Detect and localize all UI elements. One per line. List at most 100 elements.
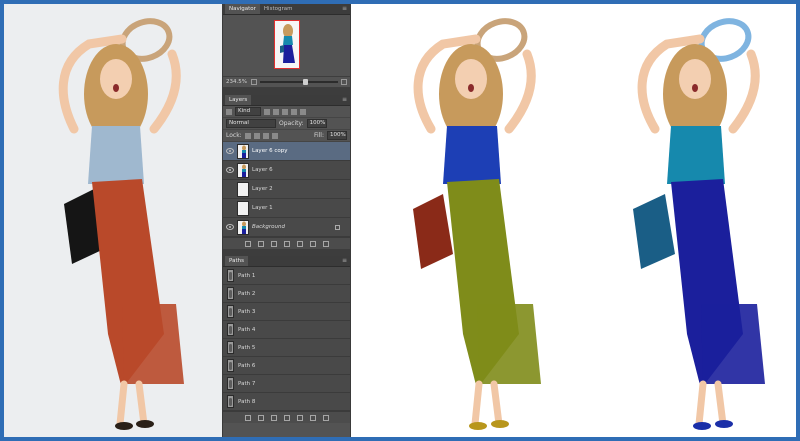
fill-path-icon[interactable] — [244, 414, 251, 421]
lock-image-icon[interactable] — [253, 132, 260, 139]
filter-smart-object-icon[interactable] — [300, 108, 306, 115]
tab-histogram[interactable]: Histogram — [260, 4, 297, 14]
layer-row[interactable]: Layer 6 — [223, 161, 350, 180]
visibility-eye-icon[interactable] — [226, 148, 234, 154]
new-layer-icon[interactable] — [309, 240, 316, 247]
lock-icon — [335, 224, 340, 230]
filter-type-icon[interactable] — [282, 108, 288, 115]
path-row[interactable]: Path 6 — [223, 357, 350, 375]
path-thumbnail — [227, 269, 234, 282]
original-photo — [4, 4, 222, 437]
path-row[interactable]: Path 4 — [223, 321, 350, 339]
panel-divider — [223, 88, 350, 95]
layers-menu-icon[interactable]: ≡ — [339, 95, 350, 105]
tab-layers[interactable]: Layers — [225, 95, 252, 105]
delete-path-icon[interactable] — [322, 414, 329, 421]
filter-adjustment-icon[interactable] — [273, 108, 279, 115]
layers-tabs: Layers ≡ — [223, 95, 350, 106]
zoom-slider[interactable] — [260, 79, 338, 85]
paths-footer — [223, 411, 350, 423]
fill-input[interactable]: 100% — [327, 131, 347, 140]
layer-style-icon[interactable] — [257, 240, 264, 247]
layer-name[interactable]: Layer 6 copy — [252, 148, 287, 154]
path-row[interactable]: Path 8 — [223, 393, 350, 411]
opacity-input[interactable]: 100% — [306, 119, 327, 128]
navigator-preview — [223, 15, 350, 77]
lock-transparent-icon[interactable] — [244, 132, 251, 139]
blue-variant-photo — [575, 4, 796, 437]
path-name[interactable]: Path 6 — [238, 363, 255, 369]
zoom-out-icon[interactable] — [251, 79, 257, 85]
photoshop-panel: Navigator Histogram ≡ 234.5% Layers ≡ Ki… — [222, 4, 351, 437]
layer-row[interactable]: Layer 2 — [223, 180, 350, 199]
layer-name[interactable]: Layer 6 — [252, 167, 273, 173]
path-thumbnail — [227, 377, 234, 390]
model-figure-green — [413, 18, 541, 430]
path-row[interactable]: Path 2 — [223, 285, 350, 303]
filter-kind-select[interactable]: Kind — [235, 107, 261, 116]
path-name[interactable]: Path 5 — [238, 345, 255, 351]
path-name[interactable]: Path 1 — [238, 273, 255, 279]
path-name[interactable]: Path 7 — [238, 381, 255, 387]
path-row[interactable]: Path 1 — [223, 267, 350, 285]
lock-position-icon[interactable] — [262, 132, 269, 139]
paths-tabs: Paths ≡ — [223, 256, 350, 267]
new-group-icon[interactable] — [296, 240, 303, 247]
lock-all-icon[interactable] — [271, 132, 278, 139]
filter-shape-icon[interactable] — [291, 108, 297, 115]
blend-mode-select[interactable]: Normal — [226, 119, 276, 128]
layer-thumbnail — [237, 200, 249, 216]
path-thumbnail — [227, 305, 234, 318]
adjustment-layer-icon[interactable] — [283, 240, 290, 247]
navigator-tabs: Navigator Histogram ≡ — [223, 4, 350, 15]
path-name[interactable]: Path 4 — [238, 327, 255, 333]
add-mask-icon[interactable] — [270, 240, 277, 247]
link-layers-icon[interactable] — [244, 240, 251, 247]
navigator-thumbnail[interactable] — [274, 20, 300, 69]
visibility-eye-icon[interactable] — [226, 167, 234, 173]
layer-name[interactable]: Background — [252, 224, 285, 230]
tab-paths[interactable]: Paths — [225, 256, 248, 266]
layer-filter-row: Kind — [223, 106, 350, 118]
layer-row[interactable]: Background — [223, 218, 350, 237]
layer-thumbnail — [237, 181, 249, 197]
make-work-path-icon[interactable] — [283, 414, 290, 421]
stroke-path-icon[interactable] — [257, 414, 264, 421]
layer-thumbnail — [237, 143, 249, 159]
load-selection-icon[interactable] — [270, 414, 277, 421]
path-thumbnail — [227, 323, 234, 336]
blend-row: Normal Opacity: 100% — [223, 118, 350, 130]
layer-name[interactable]: Layer 1 — [252, 205, 273, 211]
visibility-eye-icon[interactable] — [226, 205, 234, 211]
path-name[interactable]: Path 2 — [238, 291, 255, 297]
lock-label: Lock: — [226, 132, 242, 139]
green-variant-photo — [351, 4, 573, 437]
panel-menu-icon[interactable]: ≡ — [339, 4, 350, 14]
layers-list: Layer 6 copy Layer 6 Layer 2 Layer 1 Backgro… — [223, 142, 350, 237]
visibility-eye-icon[interactable] — [226, 224, 234, 230]
filter-pixel-icon[interactable] — [264, 108, 270, 115]
paths-menu-icon[interactable]: ≡ — [339, 256, 350, 266]
path-row[interactable]: Path 7 — [223, 375, 350, 393]
zoom-value[interactable]: 234.5% — [226, 79, 248, 85]
path-row[interactable]: Path 3 — [223, 303, 350, 321]
new-path-icon[interactable] — [309, 414, 316, 421]
tab-navigator[interactable]: Navigator — [225, 4, 260, 14]
layer-row[interactable]: Layer 1 — [223, 199, 350, 218]
path-name[interactable]: Path 8 — [238, 399, 255, 405]
opacity-label: Opacity: — [279, 120, 304, 127]
panel-divider — [223, 249, 350, 256]
layers-footer — [223, 237, 350, 249]
path-name[interactable]: Path 3 — [238, 309, 255, 315]
layer-row[interactable]: Layer 6 copy — [223, 142, 350, 161]
lock-row: Lock: Fill: 100% — [223, 130, 350, 142]
visibility-eye-icon[interactable] — [226, 186, 234, 192]
image-frame: Navigator Histogram ≡ 234.5% Layers ≡ Ki… — [4, 4, 796, 437]
fill-label: Fill: — [313, 132, 324, 139]
add-mask-icon[interactable] — [296, 414, 303, 421]
layer-name[interactable]: Layer 2 — [252, 186, 273, 192]
delete-layer-icon[interactable] — [322, 240, 329, 247]
zoom-in-icon[interactable] — [341, 79, 347, 85]
zoom-slider-knob[interactable] — [302, 79, 308, 85]
path-row[interactable]: Path 5 — [223, 339, 350, 357]
